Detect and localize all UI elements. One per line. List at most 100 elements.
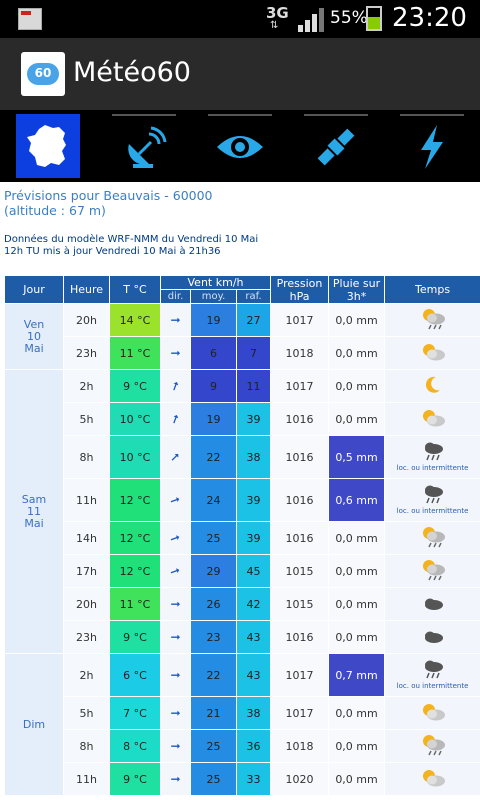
weather-cell — [384, 696, 480, 730]
hour-cell: 17h — [63, 554, 110, 588]
wind-direction-cell: ➞ — [160, 478, 191, 522]
header-pression: Pression hPa — [270, 275, 330, 304]
wind-mean-cell: 23 — [190, 620, 237, 654]
weather-label: loc. ou intermittente — [396, 682, 469, 690]
forecast-intro: Prévisions pour Beauvais - 60000 (altitu… — [4, 188, 474, 258]
wind-mean-cell: 22 — [190, 653, 237, 697]
pressure-cell: 1020 — [270, 762, 330, 796]
temperature-cell: 8 °C — [109, 729, 161, 763]
wind-arrow-icon: ➞ — [170, 630, 181, 644]
forecast-row: 11h 12 °C ➞ 24 39 1016 0,6 mm loc. ou intermitt… — [5, 478, 480, 522]
rain-cell: 0,0 mm — [328, 521, 386, 555]
forecast-location: Prévisions pour Beauvais - 60000 (altitu… — [4, 188, 213, 218]
pressure-cell: 1017 — [270, 303, 330, 337]
satellite-dish-button[interactable] — [112, 114, 176, 178]
wind-arrow-icon: ➞ — [170, 772, 181, 786]
day-cell: Dim — [4, 653, 64, 796]
forecast-row: 23h 9 °C ➞ 23 43 1016 0,0 mm — [5, 620, 480, 654]
wind-gust-cell: 7 — [235, 336, 272, 370]
pressure-cell: 1017 — [270, 696, 330, 730]
rain-cell: 0,0 mm — [328, 303, 386, 337]
pressure-cell: 1015 — [270, 554, 330, 588]
lightning-icon — [421, 125, 443, 169]
wind-gust-cell: 38 — [235, 696, 272, 730]
rain-cell: 0,0 mm — [328, 336, 386, 370]
forecast-row: 11h 9 °C ➞ 25 33 1020 0,0 mm — [5, 762, 480, 796]
wind-direction-cell: ➞ — [160, 587, 191, 621]
eye-button[interactable] — [208, 114, 272, 178]
temperature-cell: 10 °C — [109, 435, 161, 479]
france-map-button[interactable] — [16, 114, 80, 178]
weather-cell — [384, 402, 480, 436]
wind-arrow-icon: ➞ — [170, 597, 181, 611]
hour-cell: 11h — [63, 478, 110, 522]
day-cell: Sam 11 Mai — [4, 369, 64, 654]
eye-icon — [217, 136, 263, 158]
hour-cell: 14h — [63, 521, 110, 555]
app-logo-icon[interactable]: 60 — [21, 52, 65, 96]
header-temp: T °C — [109, 275, 161, 304]
pressure-cell: 1018 — [270, 729, 330, 763]
forecast-row: 5h 7 °C ➞ 21 38 1017 0,0 mm — [5, 696, 480, 730]
pressure-cell: 1016 — [270, 620, 330, 654]
sun-cloud-icon — [386, 341, 480, 366]
header-raf: raf. — [235, 289, 272, 304]
temperature-cell: 11 °C — [109, 336, 161, 370]
forecast-table: Jour Heure T °C Vent km/h Pression hPa Pl… — [4, 275, 480, 796]
temperature-cell: 12 °C — [109, 478, 161, 522]
weather-cell: loc. ou intermittente — [384, 478, 480, 522]
wind-mean-cell: 25 — [190, 729, 237, 763]
forecast-row: Sam 11 Mai 2h 9 °C ➞ 9 11 1017 0,0 mm — [4, 369, 480, 654]
wind-arrow-icon: ➞ — [170, 313, 181, 327]
temperature-cell: 12 °C — [109, 554, 161, 588]
weather-cell — [384, 620, 480, 654]
wind-mean-cell: 6 — [190, 336, 237, 370]
hour-cell: 8h — [63, 435, 110, 479]
app-title: Météo60 — [73, 57, 191, 88]
wind-gust-cell: 36 — [235, 729, 272, 763]
header-dir: dir. — [160, 289, 191, 304]
pressure-cell: 1016 — [270, 402, 330, 436]
rain-cell: 0,0 mm — [328, 729, 386, 763]
clock: 23:20 — [392, 3, 467, 33]
lightning-button[interactable] — [400, 114, 464, 178]
wind-mean-cell: 26 — [190, 587, 237, 621]
wind-direction-cell: ➞ — [160, 435, 191, 479]
wind-gust-cell: 43 — [235, 653, 272, 697]
wind-gust-cell: 43 — [235, 620, 272, 654]
wind-mean-cell: 21 — [190, 696, 237, 730]
sun-cloud-icon — [386, 701, 480, 726]
wind-mean-cell: 25 — [190, 521, 237, 555]
header-vent: Vent km/h — [159, 275, 272, 290]
temperature-cell: 9 °C — [109, 369, 161, 403]
hour-cell: 8h — [63, 729, 110, 763]
signal-icon — [298, 8, 326, 32]
battery-icon — [366, 6, 382, 31]
weather-label: loc. ou intermittente — [396, 464, 469, 472]
rain-cell: 0,0 mm — [328, 369, 386, 403]
sun-cloud-rain-icon — [386, 558, 480, 585]
weather-cell — [384, 336, 480, 370]
forecast-row: 5h 10 °C ➞ 19 39 1016 0,0 mm — [5, 402, 480, 436]
wind-arrow-icon: ➞ — [170, 346, 181, 360]
forecast-row: 20h 11 °C ➞ 26 42 1015 0,0 mm — [5, 587, 480, 621]
wind-mean-cell: 29 — [190, 554, 237, 588]
rain-cell: 0,0 mm — [328, 554, 386, 588]
header-pluie: Pluie sur 3h* — [328, 275, 386, 304]
wind-direction-cell: ➞ — [160, 303, 191, 337]
weather-cell — [384, 554, 480, 588]
pressure-cell: 1016 — [270, 435, 330, 479]
wind-direction-cell: ➞ — [160, 620, 191, 654]
pressure-cell: 1015 — [270, 587, 330, 621]
hour-cell: 23h — [63, 620, 110, 654]
france-map-icon — [27, 125, 66, 167]
cloud-rain-icon — [386, 441, 480, 464]
forecast-row: 14h 12 °C ➞ 25 39 1016 0,0 mm — [5, 521, 480, 555]
temperature-cell: 9 °C — [109, 762, 161, 796]
pressure-cell: 1016 — [270, 478, 330, 522]
temperature-cell: 7 °C — [109, 696, 161, 730]
satellite-button[interactable] — [304, 114, 368, 178]
wind-mean-cell: 19 — [190, 402, 237, 436]
cloud-icon — [386, 595, 480, 614]
wind-arrow-icon: ➞ — [166, 448, 185, 466]
